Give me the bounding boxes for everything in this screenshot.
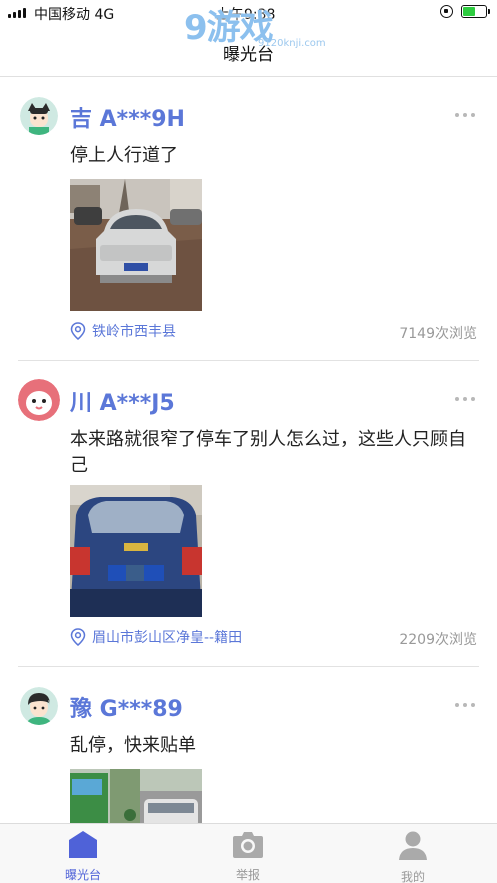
avatar[interactable] xyxy=(18,379,60,421)
more-options-icon[interactable] xyxy=(455,703,475,707)
tab-mine[interactable]: 我的 xyxy=(373,830,453,883)
location-link[interactable]: 铁岭市西丰县 xyxy=(70,321,176,341)
tab-report[interactable]: 举报 xyxy=(208,830,288,883)
feed-list[interactable]: 吉 A***9H 停上人行道了 铁岭市西丰县 7149次浏览 川 A***J5 … xyxy=(0,77,497,823)
home-icon xyxy=(69,831,97,858)
post-photo[interactable] xyxy=(70,179,202,311)
avatar[interactable] xyxy=(20,687,58,725)
rotation-lock-icon xyxy=(440,5,453,18)
location-link[interactable]: 眉山市彭山区净皇--籍田 xyxy=(70,627,242,647)
battery-icon xyxy=(461,5,490,18)
post-card[interactable]: 豫 G***89 乱停，快来贴单 xyxy=(0,667,497,823)
more-options-icon[interactable] xyxy=(455,397,475,401)
location-text[interactable]: 铁岭市西丰县 xyxy=(92,321,176,341)
camera-icon xyxy=(233,832,263,858)
tab-exposure[interactable]: 曝光台 xyxy=(43,830,123,883)
carrier-label: 中国移动 4G xyxy=(34,7,115,23)
post-text: 乱停，快来贴单 xyxy=(70,735,196,756)
post-photo[interactable] xyxy=(70,485,202,617)
post-card[interactable]: 川 A***J5 本来路就很窄了停车了别人怎么过，这些人只顾自己 眉山市彭山区净… xyxy=(0,361,497,667)
view-count: 2209次浏览 xyxy=(399,632,477,648)
tab-bar: 曝光台 举报 我的 xyxy=(0,823,497,883)
location-text[interactable]: 眉山市彭山区净皇--籍田 xyxy=(92,627,242,647)
location-pin-icon xyxy=(70,322,86,340)
tab-label: 我的 xyxy=(400,870,425,883)
post-text: 停上人行道了 xyxy=(70,145,178,166)
post-text: 本来路就很窄了停车了别人怎么过，这些人只顾自己 xyxy=(70,429,466,476)
username[interactable]: 川 A***J5 xyxy=(70,385,175,417)
avatar[interactable] xyxy=(20,97,58,135)
tab-label: 曝光台 xyxy=(64,868,101,882)
status-indicators xyxy=(440,5,490,18)
tab-label: 举报 xyxy=(235,868,260,882)
post-card[interactable]: 吉 A***9H 停上人行道了 铁岭市西丰县 7149次浏览 xyxy=(0,77,497,361)
post-photo[interactable] xyxy=(70,769,202,823)
user-icon xyxy=(399,831,427,860)
page-title: 曝光台 xyxy=(223,45,274,65)
username[interactable]: 吉 A***9H xyxy=(70,101,185,133)
signal-icon xyxy=(8,8,26,18)
more-options-icon[interactable] xyxy=(455,113,475,117)
location-pin-icon xyxy=(70,628,86,646)
username[interactable]: 豫 G***89 xyxy=(70,691,183,723)
view-count: 7149次浏览 xyxy=(399,326,477,342)
